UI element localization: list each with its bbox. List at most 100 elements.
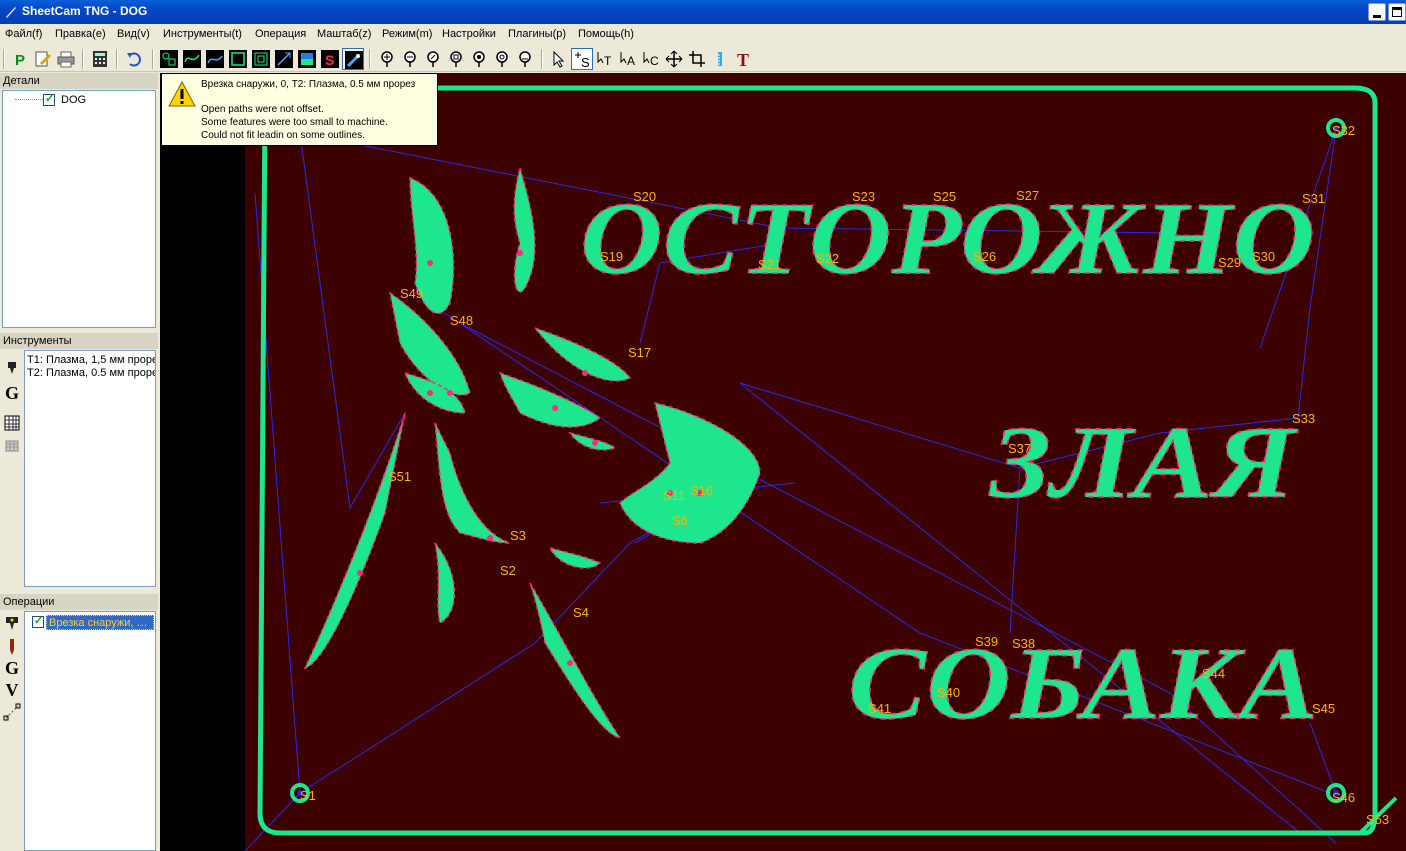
svg-text:S: S <box>325 52 334 68</box>
start-label: S49 <box>400 286 423 301</box>
zoom-point-1-icon <box>381 51 393 67</box>
select-angle-icon: A <box>620 52 635 68</box>
show-toolpath-icon <box>206 50 224 68</box>
select-button[interactable] <box>548 48 570 70</box>
start-label: S19 <box>600 249 623 264</box>
plasma-torch-icon[interactable] <box>3 360 21 378</box>
start-label: S16 <box>690 483 713 498</box>
select-angle-button[interactable]: A <box>617 48 639 70</box>
start-label: S1 <box>300 788 316 803</box>
app-icon <box>6 7 16 18</box>
grid-icon[interactable] <box>3 437 21 455</box>
start-label: S37 <box>1008 441 1031 456</box>
select-icon <box>553 50 565 68</box>
svg-text:T: T <box>737 50 749 68</box>
menu-zoom[interactable]: Маштаб(z) <box>317 28 371 40</box>
path-operation-icon[interactable] <box>3 703 21 721</box>
select-start-icon: S <box>575 52 590 69</box>
menu-edit[interactable]: Правка(e) <box>55 28 106 40</box>
move-icon <box>665 50 683 68</box>
minimize-icon <box>1373 15 1381 18</box>
toolpath-drawing[interactable]: ОСТОРОЖНО ЗЛАЯ СОБАКА S1 S2 S3 S4 S6 S11… <box>160 73 1406 851</box>
start-label: S6 <box>672 513 688 528</box>
vcarve-icon[interactable]: V <box>3 680 21 700</box>
measure-icon <box>718 52 722 66</box>
menu-view[interactable]: Вид(v) <box>117 28 150 40</box>
operations-panel-title: Операции <box>0 594 158 610</box>
zoom-point-2-button[interactable] <box>399 48 421 70</box>
gcode-operation-icon[interactable]: G <box>3 658 21 678</box>
menu-settings[interactable]: Настройки <box>442 28 496 40</box>
text-icon: T <box>737 50 749 68</box>
table-icon[interactable] <box>3 414 21 432</box>
outline-icon <box>229 50 247 68</box>
tooltip-message: Open paths were not offset. <box>201 104 324 115</box>
start-label: S30 <box>1252 249 1275 264</box>
menu-operation[interactable]: Операция <box>255 28 306 40</box>
parts-tree: DOG <box>2 90 156 328</box>
menu-tools[interactable]: Инструменты(t) <box>163 28 242 40</box>
minimize-button[interactable] <box>1368 3 1386 21</box>
crop-button[interactable] <box>686 48 708 70</box>
part-checkbox[interactable] <box>43 92 55 106</box>
tool-item-t1[interactable]: T1: Плазма, 1,5 мм прорез <box>27 354 155 366</box>
select-start-button[interactable]: S <box>571 48 593 70</box>
gcode-icon[interactable]: G <box>3 383 21 403</box>
zoom-point-5-button[interactable] <box>468 48 490 70</box>
zoom-point-1-button[interactable] <box>376 48 398 70</box>
menu-file[interactable]: Файл(f) <box>5 28 42 40</box>
menu-bar: Файл(f) Правка(e) Вид(v) Инструменты(t) … <box>0 24 1406 44</box>
undo-button[interactable] <box>123 48 145 70</box>
edit-button[interactable] <box>32 48 54 70</box>
fill-icon <box>298 50 316 68</box>
start-label: S25 <box>933 189 956 204</box>
maximize-icon <box>1392 7 1402 17</box>
start-label: S17 <box>628 345 651 360</box>
tool-item-t2[interactable]: T2: Плазма, 0.5 мм прорез <box>27 367 155 379</box>
pierce-operation-icon[interactable] <box>3 615 21 633</box>
menu-help[interactable]: Помощь(h) <box>578 28 634 40</box>
move-button[interactable] <box>663 48 685 70</box>
operation-item-pierce-outside[interactable]: Врезка снаружи, 0, T2: Плазма, 0.5 мм пр… <box>46 615 154 630</box>
zoom-point-7-icon <box>519 51 531 67</box>
select-curve-button[interactable]: C <box>640 48 662 70</box>
warning-tooltip: Врезка снаружи, 0, T2: Плазма, 0.5 мм пр… <box>161 73 438 146</box>
inner-outline-button[interactable] <box>250 48 272 70</box>
drill-icon[interactable] <box>3 638 21 656</box>
fill-button[interactable] <box>296 48 318 70</box>
parts-panel-title: Детали <box>0 73 158 89</box>
measure-button[interactable] <box>709 48 731 70</box>
toolbar-separator <box>82 49 84 69</box>
show-paths-button[interactable] <box>181 48 203 70</box>
select-text-icon: T <box>597 52 612 68</box>
calculator-button[interactable] <box>89 48 111 70</box>
rapid-button[interactable] <box>273 48 295 70</box>
part-item-dog[interactable]: DOG <box>61 94 86 106</box>
select-text-button[interactable]: T <box>594 48 616 70</box>
operation-checkbox[interactable] <box>32 614 44 628</box>
tooltip-message: Some features were too small to machine. <box>201 117 388 128</box>
inner-outline-icon <box>252 50 270 68</box>
leadin-button[interactable] <box>342 48 364 70</box>
zoom-point-7-button[interactable] <box>514 48 536 70</box>
text-button[interactable]: T <box>732 48 754 70</box>
zoom-point-4-button[interactable] <box>445 48 467 70</box>
show-parts-button[interactable] <box>158 48 180 70</box>
show-toolpath-button[interactable] <box>204 48 226 70</box>
zoom-point-6-button[interactable] <box>491 48 513 70</box>
zoom-point-3-button[interactable] <box>422 48 444 70</box>
tooltip-message: Could not fit leadin on some outlines. <box>201 130 365 141</box>
zoom-point-4-icon <box>450 51 462 67</box>
menu-plugins[interactable]: Плагины(p) <box>508 28 566 40</box>
outline-button[interactable] <box>227 48 249 70</box>
start-point-button[interactable]: S <box>319 48 341 70</box>
show-paths-icon <box>183 50 201 68</box>
toolbar-separator <box>541 49 543 69</box>
post-process-button[interactable]: P <box>9 48 31 70</box>
maximize-button[interactable] <box>1388 3 1406 21</box>
menu-mode[interactable]: Режим(m) <box>382 28 432 40</box>
start-label: S23 <box>852 189 875 204</box>
drawing-canvas[interactable]: ОСТОРОЖНО ЗЛАЯ СОБАКА S1 S2 S3 S4 S6 S11… <box>160 73 1406 851</box>
print-button[interactable] <box>55 48 77 70</box>
start-label: S48 <box>450 313 473 328</box>
